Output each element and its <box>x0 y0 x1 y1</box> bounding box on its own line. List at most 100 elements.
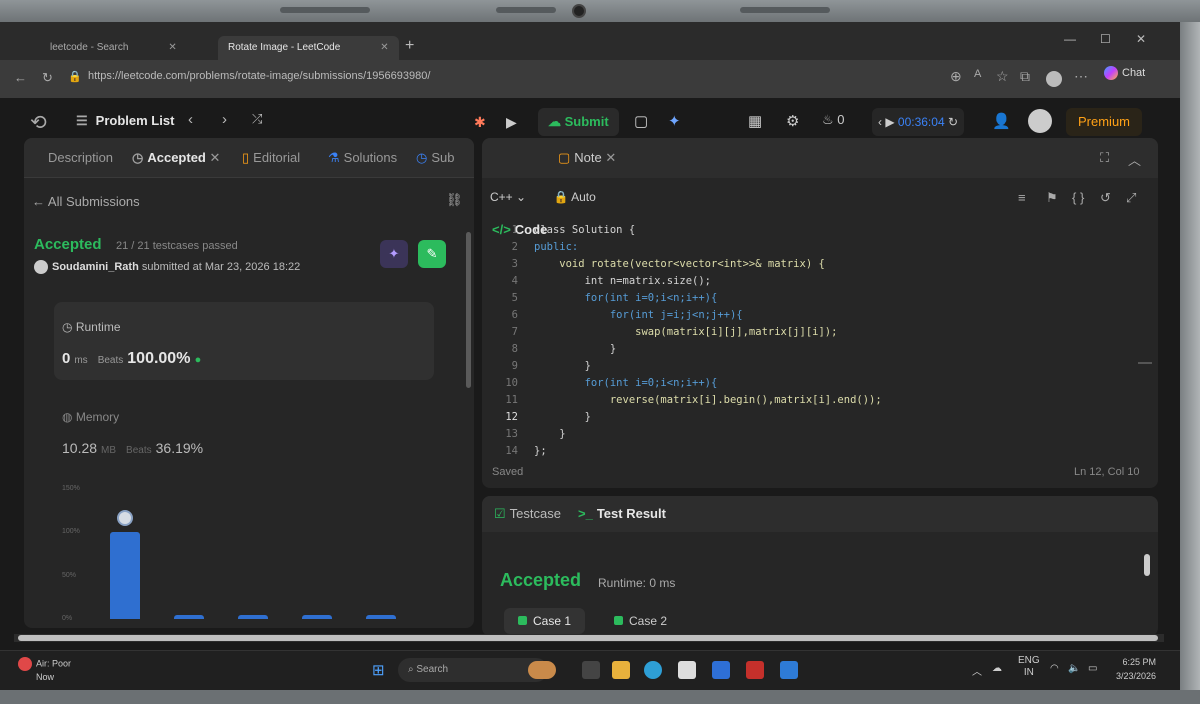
chart-bar[interactable] <box>110 532 140 619</box>
browser-tab-search[interactable]: leetcode - Search ✕ <box>40 36 187 60</box>
tab-testcase[interactable]: ☑ Testcase <box>494 506 561 522</box>
ai-sparkle-icon[interactable]: ✦ <box>668 112 681 130</box>
chart-bar[interactable] <box>366 615 396 619</box>
your-submission-marker[interactable] <box>117 510 133 527</box>
close-icon[interactable]: ✕ <box>210 150 221 165</box>
minimize-button[interactable]: — <box>1064 32 1076 46</box>
reset-icon[interactable]: ↺ <box>1100 190 1111 206</box>
more-menu-icon[interactable]: ⋯ <box>1074 68 1088 85</box>
result-scrollbar[interactable] <box>1144 554 1150 576</box>
address-bar-row: ← ↻ 🔒 https://leetcode.com/problems/rota… <box>0 60 1180 98</box>
problem-list-button[interactable]: ☰ Problem List <box>76 113 174 129</box>
volume-icon[interactable]: 🔈 <box>1068 663 1080 674</box>
taskbar-search[interactable]: ⌕ Search <box>398 658 548 682</box>
left-panel-scrollbar[interactable] <box>466 232 471 388</box>
notes-icon[interactable]: ▢ <box>634 112 648 130</box>
bookmark-icon[interactable]: ⚑ <box>1046 190 1058 206</box>
format-icon[interactable]: ≡ <box>1018 190 1026 205</box>
wifi-icon[interactable]: ◠ <box>1050 663 1059 674</box>
collapse-chevron-icon[interactable]: ︿ <box>1128 150 1141 169</box>
windows-start-icon[interactable]: ⊞ <box>372 661 385 679</box>
close-icon[interactable]: ✕ <box>168 42 176 53</box>
user-avatar[interactable] <box>34 260 48 274</box>
code-area[interactable]: 1 class Solution { 2 public: 3 void rotate… <box>482 222 1158 460</box>
favorite-star-icon[interactable]: ☆ <box>996 68 1009 85</box>
cursor-position: Ln 12, Col 10 <box>1074 466 1140 478</box>
prev-problem-icon[interactable]: ‹ <box>188 111 193 128</box>
line-number: 4 <box>511 275 518 287</box>
scrollbar-thumb[interactable] <box>18 635 1158 641</box>
code-text: swap(matrix[i][j],matrix[j][i]); <box>534 326 838 338</box>
memory-label[interactable]: ◍ Memory <box>62 410 119 424</box>
ai-analyze-button[interactable]: ✦ <box>380 240 408 268</box>
expand-icon[interactable]: ⤢ <box>1126 190 1136 206</box>
vscode-icon[interactable] <box>712 661 730 679</box>
next-problem-icon[interactable]: › <box>222 111 227 128</box>
new-tab-button[interactable]: + <box>405 37 414 55</box>
outlook-icon[interactable] <box>780 661 798 679</box>
language-indicator[interactable]: ENG IN <box>1018 655 1040 679</box>
premium-button[interactable]: Premium <box>1066 108 1143 136</box>
braces-icon[interactable]: { } <box>1072 190 1084 205</box>
settings-gear-icon[interactable]: ⚙ <box>786 112 799 130</box>
maximize-button[interactable]: ☐ <box>1100 32 1111 46</box>
fullscreen-icon[interactable]: ⛶ <box>1100 150 1109 166</box>
extensions-icon[interactable]: ⧉ <box>1020 68 1030 85</box>
code-line: 12 } <box>482 409 1158 426</box>
tab-accepted[interactable]: ◷ Accepted ✕ <box>132 150 220 166</box>
task-view-icon[interactable] <box>582 661 600 679</box>
streak-fire-icon[interactable]: ♨ 0 <box>822 112 845 128</box>
chart-bar[interactable] <box>238 615 268 619</box>
auto-mode[interactable]: 🔒 Auto <box>553 190 595 204</box>
debug-icon[interactable]: ✱ <box>474 108 486 136</box>
leetcode-logo-icon[interactable]: ⟲ <box>30 110 52 134</box>
weather-widget[interactable]: Air: Poor Now <box>18 657 71 683</box>
read-aloud-icon[interactable]: A <box>974 68 981 80</box>
edge-browser-icon[interactable] <box>644 661 662 679</box>
back-icon[interactable]: ← <box>14 70 27 85</box>
all-submissions-link[interactable]: ← All Submissions <box>32 194 140 209</box>
tab-editorial[interactable]: ▯ Editorial <box>242 150 300 166</box>
language-select[interactable]: C++ ⌄ <box>490 190 526 204</box>
onedrive-icon[interactable]: ☁ <box>992 663 1002 674</box>
runtime-card[interactable]: ◷ Runtime 0 ms Beats 100.00% ● <box>54 302 434 380</box>
widget-app-icon[interactable] <box>528 661 556 679</box>
check-icon <box>614 616 623 625</box>
horizontal-scrollbar[interactable] <box>14 634 1164 642</box>
edit-solution-button[interactable]: ✎ <box>418 240 446 268</box>
layout-grid-icon[interactable]: ▦ <box>748 112 762 130</box>
share-link-icon[interactable]: ⛓ <box>446 192 463 208</box>
refresh-icon[interactable]: ↻ <box>42 70 53 86</box>
window-close-button[interactable]: ✕ <box>1136 32 1146 46</box>
tab-description[interactable]: Description <box>48 150 113 165</box>
case-1-tab[interactable]: Case 1 <box>504 608 586 634</box>
add-friend-icon[interactable]: 👤 <box>992 112 1011 130</box>
username[interactable]: Soudamini_Rath <box>52 261 139 273</box>
mcafee-icon[interactable] <box>746 661 764 679</box>
tab-submissions[interactable]: ◷ Sub <box>416 150 454 166</box>
store-icon[interactable] <box>678 661 696 679</box>
file-explorer-icon[interactable] <box>612 661 630 679</box>
battery-icon[interactable]: ▭ <box>1088 663 1097 674</box>
air-quality-icon <box>18 657 32 671</box>
profile-avatar[interactable] <box>1046 71 1062 87</box>
close-icon[interactable]: ✕ <box>380 42 388 53</box>
tab-test-result[interactable]: >_ Test Result <box>578 506 666 521</box>
zoom-icon[interactable]: ⊕ <box>950 68 962 85</box>
run-icon[interactable]: ▶ <box>506 108 517 136</box>
copilot-chat-button[interactable]: Chat <box>1104 66 1145 80</box>
chart-bar[interactable] <box>302 615 332 619</box>
chart-bar[interactable] <box>174 615 204 619</box>
close-icon[interactable]: ✕ <box>605 150 616 165</box>
submit-button[interactable]: ☁ Submit <box>538 108 619 136</box>
tab-note[interactable]: ▢ Note ✕ <box>558 150 616 166</box>
user-avatar[interactable] <box>1028 109 1052 133</box>
case-2-tab[interactable]: Case 2 <box>600 608 681 634</box>
browser-tab-leetcode[interactable]: Rotate Image - LeetCode ✕ <box>218 36 399 60</box>
system-clock[interactable]: 6:25 PM 3/23/2026 <box>1116 655 1156 683</box>
tab-solutions[interactable]: ⚗ Solutions <box>328 150 397 166</box>
url-field[interactable]: https://leetcode.com/problems/rotate-ima… <box>88 70 430 82</box>
tray-chevron-icon[interactable]: ︿ <box>972 663 982 678</box>
timer[interactable]: ‹ ▶ 00:36:04 ↻ <box>872 108 965 136</box>
shuffle-icon[interactable]: ⤮ <box>252 111 262 127</box>
